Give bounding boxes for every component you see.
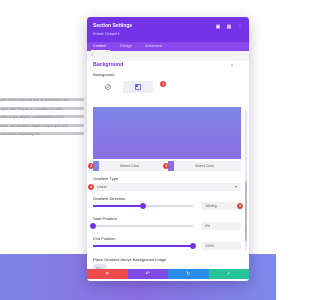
bg-type-none[interactable]	[93, 81, 123, 93]
tab-advanced[interactable]: Advanced	[145, 44, 162, 48]
close-icon: ✕	[105, 271, 110, 277]
start-position-label: Start Position	[93, 216, 117, 221]
section-settings-modal: Section Settings Preset: Default ▾ ▣ ▦ ⋮…	[87, 17, 249, 281]
slider-fill	[93, 245, 193, 247]
more-options-icon[interactable]: ⋮	[238, 62, 242, 67]
modal-body: Background ▴ ⋮ Background 1 Select Color…	[87, 61, 249, 281]
slider-fill	[93, 205, 143, 207]
redo-button[interactable]: ↻	[168, 269, 209, 279]
text-line: onsectetur adipiscing elit.	[0, 132, 84, 136]
text-line: enim, nec faucibus sapien neque quis sem…	[0, 123, 84, 128]
cancel-button[interactable]: ✕	[87, 269, 128, 279]
gradient-direction-label: Gradient Direction	[93, 196, 126, 201]
background-label: Background	[93, 72, 115, 77]
text-line: vitae augue aliquet, condimentum est ut	[0, 115, 84, 119]
text-line: ngue odio tempus ut. Curabitur ac enim	[0, 106, 84, 111]
chevron-down-icon: ▾	[234, 184, 237, 189]
section-title: Background	[93, 62, 124, 68]
gradient-type-value: Linear	[97, 185, 107, 189]
more-icon[interactable]: ⋮	[237, 24, 243, 30]
start-position-input[interactable]: 0%	[201, 222, 241, 230]
preset-selector[interactable]: Preset: Default ▾	[93, 32, 120, 36]
redo-icon: ↻	[186, 271, 191, 277]
end-position-input[interactable]: 100%	[201, 242, 241, 250]
chevron-up-icon[interactable]: ▴	[231, 62, 233, 67]
gradient-type-label: Gradient Type	[93, 176, 119, 181]
gradient-type-select[interactable]: Linear ▾	[93, 183, 241, 191]
window-icon[interactable]: ▣	[215, 24, 221, 30]
gradient-icon	[135, 84, 141, 90]
gradient-start-color-button[interactable]: Select Color	[93, 161, 166, 171]
modal-footer: ✕ ↶ ↻ ✓	[87, 269, 249, 279]
scrollbar-thumb[interactable]	[245, 181, 247, 241]
gradient-preview	[93, 107, 241, 159]
save-button[interactable]: ✓	[208, 269, 249, 279]
slider-handle[interactable]	[190, 242, 196, 249]
gradient-direction-input[interactable]: 180deg	[201, 202, 241, 210]
grid-icon[interactable]: ▦	[226, 24, 232, 30]
text-line: pler. Donec placerat erat ac fermentum a…	[0, 98, 84, 102]
gradient-direction-slider[interactable]	[93, 202, 193, 209]
bg-type-gradient[interactable]	[123, 81, 153, 93]
check-icon: ✓	[226, 271, 231, 277]
place-gradient-label: Place Gradient Above Background Image	[93, 257, 167, 262]
end-position-slider[interactable]	[93, 242, 196, 249]
modal-title: Section Settings	[93, 23, 133, 29]
undo-button[interactable]: ↶	[127, 269, 168, 279]
end-position-label: End Position	[93, 236, 116, 241]
search-icon: ⌕	[91, 52, 94, 58]
none-icon	[105, 84, 111, 90]
background-page-text: pler. Donec placerat erat ac fermentum a…	[0, 98, 84, 141]
marker-5: 5	[237, 202, 244, 210]
modal-tabs: Content Design Advanced	[87, 42, 249, 51]
marker-1: 1	[160, 81, 167, 88]
modal-scrollbar[interactable]	[245, 111, 247, 251]
start-position-slider[interactable]	[90, 222, 193, 229]
tab-content[interactable]: Content	[93, 44, 106, 48]
gradient-end-color-button[interactable]: Select Color	[168, 161, 241, 171]
slider-handle[interactable]	[90, 222, 96, 229]
settings-search-bar[interactable]: ⌕	[87, 51, 249, 61]
undo-icon: ↶	[145, 271, 150, 277]
background-type-tabs: 1	[93, 81, 241, 93]
slider-handle[interactable]	[140, 202, 146, 209]
modal-header: Section Settings Preset: Default ▾ ▣ ▦ ⋮	[87, 17, 249, 42]
tab-design[interactable]: Design	[120, 44, 132, 48]
